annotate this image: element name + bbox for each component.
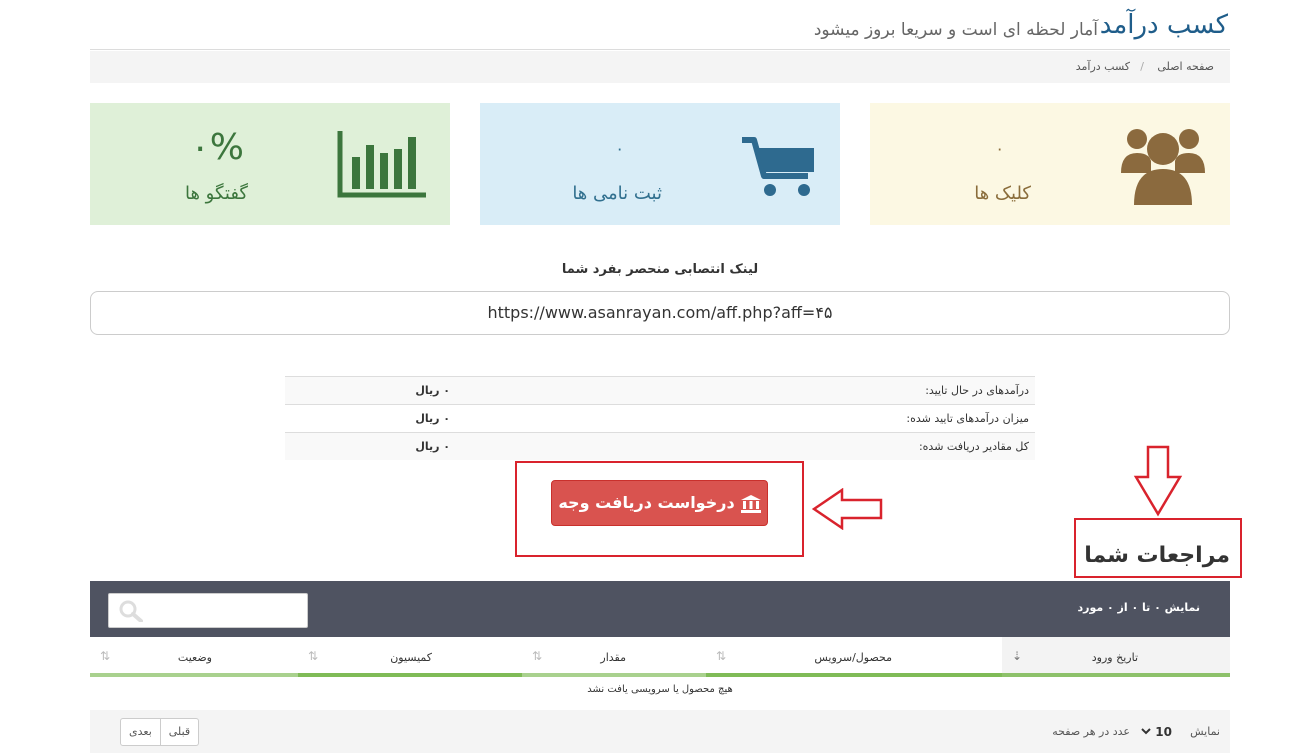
table-empty-message: هیچ محصول یا سرویسی یافت نشد xyxy=(587,684,733,695)
page-size-per-label: عدد در هر صفحه xyxy=(1052,725,1130,738)
bar-chart-icon xyxy=(337,131,426,198)
annotation-arrow-left-icon xyxy=(812,488,883,530)
table-search-input[interactable] xyxy=(108,593,308,628)
stat-clicks: ۰ کلیک ها xyxy=(870,103,1230,225)
pagination: بعدی قبلی xyxy=(120,718,200,746)
prev-page-button[interactable]: قبلی xyxy=(160,718,200,746)
column-header-product[interactable]: محصول/سرویس ⇅ xyxy=(706,637,1002,677)
page-title: کسب درآمد xyxy=(1099,10,1228,40)
page-size-show-label: نمایش xyxy=(1190,725,1220,738)
sort-icon: ⇅ xyxy=(532,649,543,663)
stat-signups-value: ۰ xyxy=(615,139,624,158)
earnings-label: کل مقادیر دریافت شده: xyxy=(918,440,1029,453)
bank-icon xyxy=(740,494,761,513)
breadcrumb-current: کسب درآمد xyxy=(1075,60,1130,73)
annotation-arrow-down-icon xyxy=(1133,445,1183,517)
chevron-down-icon xyxy=(1141,728,1151,735)
table-header: تاریخ ورود ⇣ محصول/سرویس ⇅ مقدار ⇅ کمیسی… xyxy=(90,637,1230,677)
earnings-table: درآمدهای در حال تایید: ۰ ریال میزان درآم… xyxy=(285,376,1035,460)
breadcrumb-separator: / xyxy=(1140,60,1144,73)
stat-conversations-value: ۰% xyxy=(190,127,244,168)
earnings-row: میزان درآمدهای تایید شده: ۰ ریال xyxy=(285,404,1035,432)
sort-icon: ⇅ xyxy=(308,649,319,663)
stat-conversations: ۰% گفتگو ها xyxy=(90,103,450,225)
withdraw-request-label: درخواست دریافت وجه xyxy=(558,493,735,512)
users-icon xyxy=(1121,129,1205,205)
cart-icon xyxy=(742,137,814,196)
earnings-value: ۰ ریال xyxy=(415,384,450,397)
page-subtitle: آمار لحظه ای است و سریعا بروز میشود xyxy=(813,20,1098,40)
referral-link-field[interactable]: https://www.asanrayan.com/aff.php?aff=۴۵ xyxy=(90,291,1230,335)
table-toolbar: نمایش ۰ تا ۰ از ۰ مورد xyxy=(90,581,1230,637)
referrals-section-title: مراجعات شما xyxy=(1084,543,1230,568)
next-page-button[interactable]: بعدی xyxy=(120,718,161,746)
column-header-amount[interactable]: مقدار ⇅ xyxy=(522,637,706,677)
breadcrumb-home-link[interactable]: صفحه اصلی xyxy=(1157,60,1214,73)
stat-clicks-value: ۰ xyxy=(995,139,1004,158)
stat-signups-label: ثبت نامی ها xyxy=(572,183,662,204)
sort-icon: ⇅ xyxy=(100,649,111,663)
page-header: کسب درآمد آمار لحظه ای است و سریعا بروز … xyxy=(90,10,1230,50)
earnings-row: کل مقادیر دریافت شده: ۰ ریال xyxy=(285,432,1035,460)
earnings-label: میزان درآمدهای تایید شده: xyxy=(906,412,1029,425)
referral-link-title: لینک انتصابی منحصر بفرد شما xyxy=(561,262,759,277)
earnings-row: درآمدهای در حال تایید: ۰ ریال xyxy=(285,376,1035,404)
earnings-label: درآمدهای در حال تایید: xyxy=(925,384,1029,397)
stat-clicks-label: کلیک ها xyxy=(974,183,1031,204)
breadcrumb: صفحه اصلی / کسب درآمد xyxy=(90,51,1230,83)
withdraw-request-button[interactable]: درخواست دریافت وجه xyxy=(551,480,768,526)
column-header-login-date[interactable]: تاریخ ورود ⇣ xyxy=(1002,637,1230,677)
page-size-select[interactable]: 10 xyxy=(1137,721,1177,743)
sort-icon: ⇅ xyxy=(716,649,727,663)
stat-conversations-label: گفتگو ها xyxy=(184,183,248,204)
earnings-value: ۰ ریال xyxy=(415,412,450,425)
table-footer: نمایش 10 عدد در هر صفحه بعدی قبلی xyxy=(90,710,1230,753)
column-header-commission[interactable]: کمیسیون ⇅ xyxy=(298,637,522,677)
sort-desc-icon: ⇣ xyxy=(1012,649,1023,663)
table-info: نمایش ۰ تا ۰ از ۰ مورد xyxy=(1077,601,1200,614)
search-icon xyxy=(119,600,143,622)
earnings-value: ۰ ریال xyxy=(415,440,450,453)
stat-signups: ۰ ثبت نامی ها xyxy=(480,103,840,225)
column-header-status[interactable]: وضعیت ⇅ xyxy=(90,637,298,677)
